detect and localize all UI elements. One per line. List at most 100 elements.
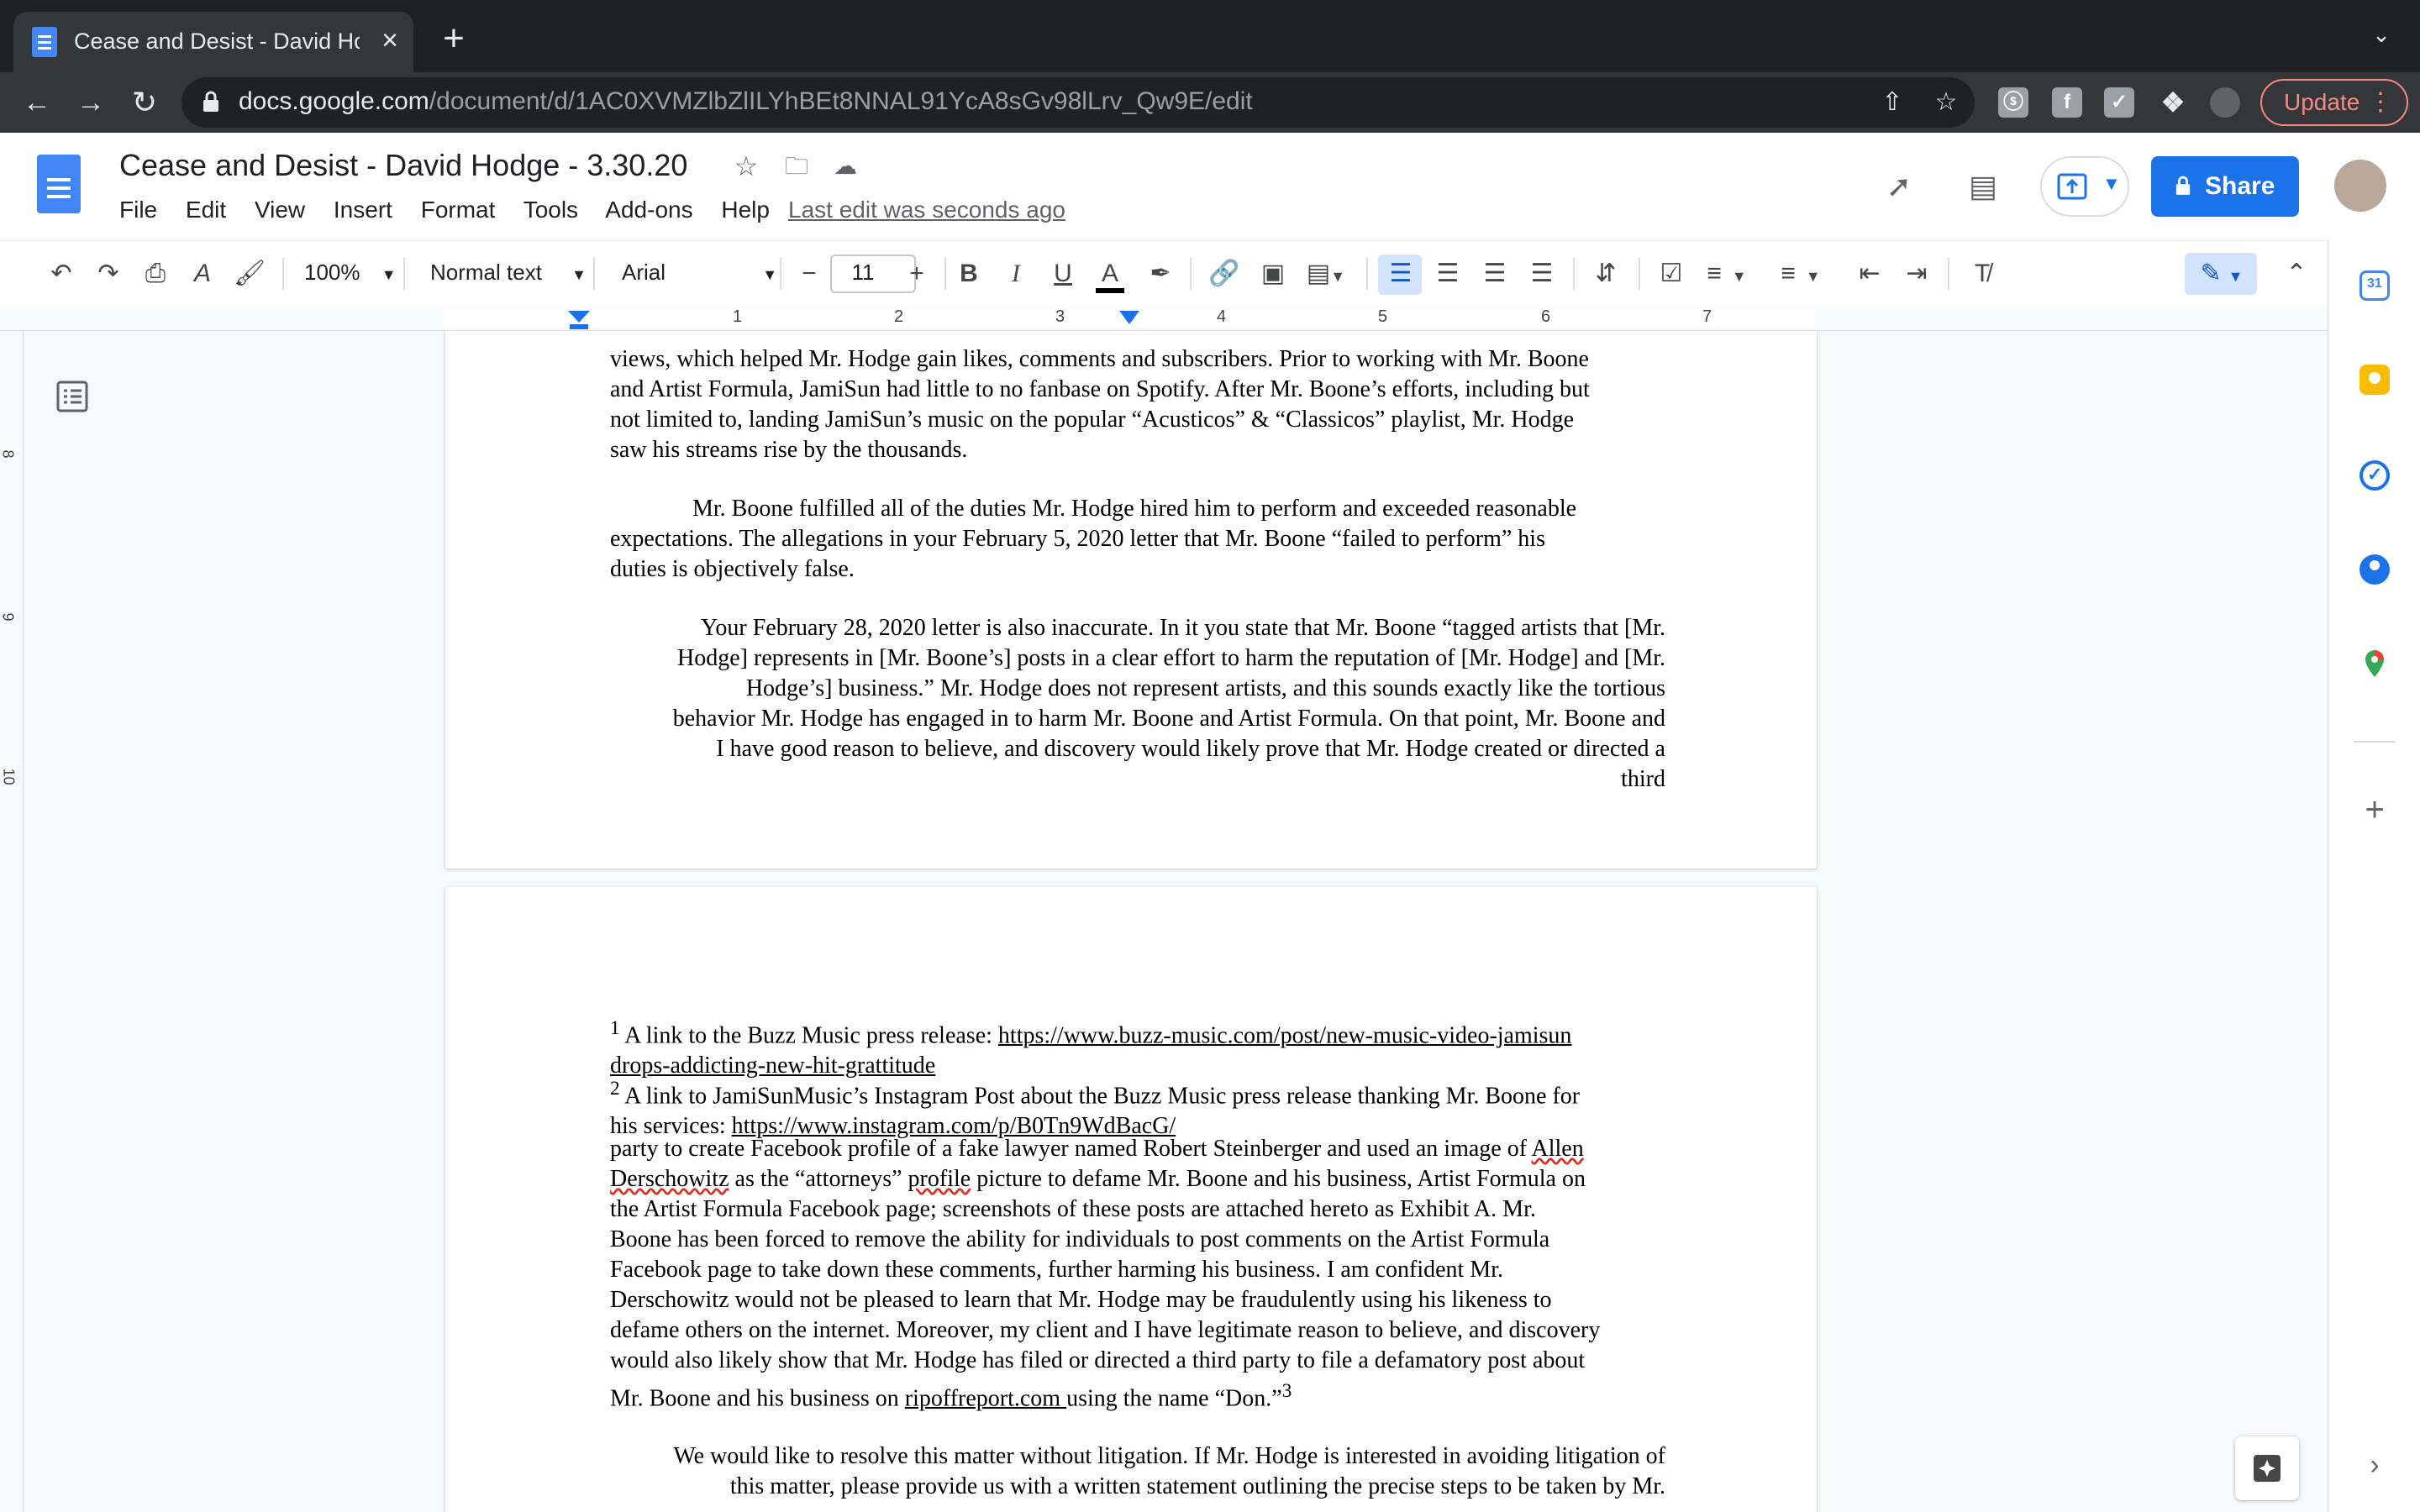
- browser-tab[interactable]: Cease and Desist - David Hodg ×: [13, 12, 413, 72]
- misspelled-word[interactable]: profile: [908, 1166, 971, 1192]
- new-tab-button[interactable]: +: [435, 20, 472, 57]
- update-button[interactable]: Update ⋮: [2260, 79, 2408, 126]
- text-line: saw his streams rise by the thousands.: [610, 437, 968, 463]
- last-edit-link[interactable]: Last edit was seconds ago: [788, 197, 1065, 223]
- tab-search-chevron-icon[interactable]: ⌄: [2365, 22, 2398, 55]
- ruler-number: 3: [1055, 307, 1065, 326]
- underline-icon[interactable]: U: [1042, 253, 1084, 295]
- forward-arrow-icon[interactable]: →: [71, 82, 111, 123]
- text-line: Your February 28, 2020 letter is also in…: [700, 615, 1665, 641]
- bulleted-list-icon[interactable]: ≡ ▼: [1697, 253, 1756, 295]
- spellcheck-icon[interactable]: A: [182, 253, 224, 295]
- tab-title: Cease and Desist - David Hodg: [74, 29, 360, 54]
- document-outline-icon[interactable]: [55, 380, 89, 413]
- reload-icon[interactable]: ↻: [124, 82, 165, 123]
- text-line: not limited to, landing JamiSun’s music …: [610, 407, 1575, 433]
- footnote-number: 1: [610, 1017, 620, 1039]
- menu-file[interactable]: File: [119, 197, 157, 223]
- bookmark-star-icon[interactable]: ☆: [1929, 86, 1963, 119]
- left-indent-marker-icon[interactable]: [568, 311, 590, 329]
- keep-icon[interactable]: [2360, 365, 2390, 395]
- extension-icon[interactable]: ⓢ: [1998, 87, 2028, 118]
- increase-indent-icon[interactable]: ⇥: [1896, 253, 1938, 295]
- align-right-icon[interactable]: ☰: [1474, 253, 1516, 295]
- ruler-number: 8: [0, 449, 17, 459]
- horizontal-ruler[interactable]: 1 2 3 4 5 6 7: [0, 306, 2328, 331]
- bold-icon[interactable]: B: [948, 253, 990, 295]
- comments-icon[interactable]: ▤: [1963, 166, 2003, 207]
- menu-insert[interactable]: Insert: [334, 197, 392, 223]
- document-title[interactable]: Cease and Desist - David Hodge - 3.30.20: [119, 148, 687, 183]
- close-tab-icon[interactable]: ×: [373, 24, 407, 57]
- decrease-indent-icon[interactable]: ⇤: [1849, 253, 1891, 295]
- text-line: I have good reason to believe, and disco…: [716, 736, 1665, 762]
- address-bar[interactable]: docs.google.com/document/d/1AC0XVMZlbZlI…: [182, 77, 1975, 128]
- share-page-icon[interactable]: ⇧: [1876, 86, 1909, 119]
- vertical-ruler[interactable]: 8 9 10: [0, 331, 24, 1512]
- more-menu-icon[interactable]: ⋮: [2368, 81, 2393, 124]
- text-line: Derschowitz would not be pleased to lear…: [610, 1287, 1552, 1313]
- right-indent-marker-icon[interactable]: [1119, 311, 1139, 326]
- profile-avatar-icon[interactable]: [2210, 87, 2240, 118]
- footnote-link[interactable]: https://www.buzz-music.com/post/new-musi…: [998, 1022, 1572, 1048]
- misspelled-word[interactable]: Allen: [1532, 1136, 1584, 1162]
- menu-edit[interactable]: Edit: [186, 197, 226, 223]
- menu-tools[interactable]: Tools: [523, 197, 578, 223]
- clear-formatting-icon[interactable]: T̸: [1961, 253, 2003, 295]
- expand-panel-chevron-icon[interactable]: ›: [2360, 1450, 2390, 1480]
- document-page-1[interactable]: views, which helped Mr. Hodge gain likes…: [445, 331, 1817, 869]
- facebook-extension-icon[interactable]: f: [2052, 87, 2082, 118]
- insert-link-icon[interactable]: 🔗: [1203, 253, 1245, 295]
- ruler-number: 9: [0, 612, 17, 622]
- star-icon[interactable]: ☆: [729, 150, 763, 183]
- undo-icon[interactable]: ↶: [40, 253, 82, 295]
- maps-icon[interactable]: [2360, 648, 2390, 679]
- menu-format[interactable]: Format: [421, 197, 496, 223]
- document-canvas[interactable]: views, which helped Mr. Hodge gain likes…: [24, 331, 2328, 1512]
- cloud-status-icon[interactable]: ☁: [829, 150, 862, 183]
- menu-addons[interactable]: Add-ons: [605, 197, 692, 223]
- redo-icon[interactable]: ↷: [87, 253, 129, 295]
- text-color-icon[interactable]: A: [1089, 253, 1131, 295]
- zoom-select[interactable]: 100% ▼: [304, 260, 397, 286]
- docs-logo-icon[interactable]: [37, 155, 81, 213]
- font-family-select[interactable]: Arial ▼: [622, 260, 777, 286]
- explore-button[interactable]: [2235, 1436, 2299, 1500]
- print-icon[interactable]: ⎙: [134, 253, 176, 295]
- numbered-list-icon[interactable]: ≡ ▼: [1771, 253, 1830, 295]
- add-comment-icon[interactable]: ▣: [1252, 253, 1294, 295]
- insert-image-icon[interactable]: ▤▼: [1301, 253, 1351, 295]
- calendar-icon[interactable]: 31: [2360, 270, 2390, 301]
- decrease-font-size-button[interactable]: −: [790, 253, 829, 295]
- italic-icon[interactable]: I: [995, 253, 1037, 295]
- paragraph-style-select[interactable]: Normal text ▼: [430, 260, 587, 286]
- share-button[interactable]: Share: [2151, 156, 2299, 217]
- activity-trend-icon[interactable]: ➚: [1879, 166, 1919, 207]
- text-line: Mr. Boone fulfilled all of the duties Mr…: [692, 496, 1577, 522]
- account-avatar[interactable]: [2334, 160, 2386, 212]
- move-folder-icon[interactable]: 🗀: [780, 150, 813, 183]
- document-page-2[interactable]: 1 A link to the Buzz Music press release…: [445, 887, 1817, 1512]
- align-justify-icon[interactable]: ☰: [1521, 253, 1563, 295]
- add-addon-icon[interactable]: +: [2360, 793, 2390, 827]
- align-center-icon[interactable]: ☰: [1427, 253, 1469, 295]
- wallet-extension-icon[interactable]: ✓: [2104, 87, 2134, 118]
- text-span: Mr. Boone and his business on: [610, 1385, 905, 1412]
- misspelled-word[interactable]: Derschowitz: [610, 1166, 729, 1192]
- line-spacing-icon[interactable]: ⇵: [1585, 253, 1627, 295]
- ripoffreport-link[interactable]: ripoffreport.com: [905, 1385, 1066, 1411]
- tasks-icon[interactable]: ✓: [2360, 460, 2390, 491]
- present-button[interactable]: ▼: [2040, 156, 2129, 217]
- contacts-icon[interactable]: [2360, 554, 2390, 585]
- increase-font-size-button[interactable]: +: [897, 253, 936, 295]
- menu-view[interactable]: View: [255, 197, 305, 223]
- back-arrow-icon[interactable]: ←: [17, 82, 57, 123]
- extensions-puzzle-icon[interactable]: ❖: [2158, 87, 2188, 118]
- present-dropdown-icon[interactable]: ▼: [2102, 173, 2121, 195]
- paint-format-icon[interactable]: 🖌: [229, 253, 271, 295]
- lock-icon: [203, 91, 218, 112]
- checklist-icon[interactable]: ☑: [1650, 253, 1692, 295]
- collapse-toolbar-icon[interactable]: ⌃: [2275, 253, 2317, 295]
- menu-help[interactable]: Help: [721, 197, 770, 223]
- highlight-color-icon[interactable]: ✒: [1139, 253, 1181, 295]
